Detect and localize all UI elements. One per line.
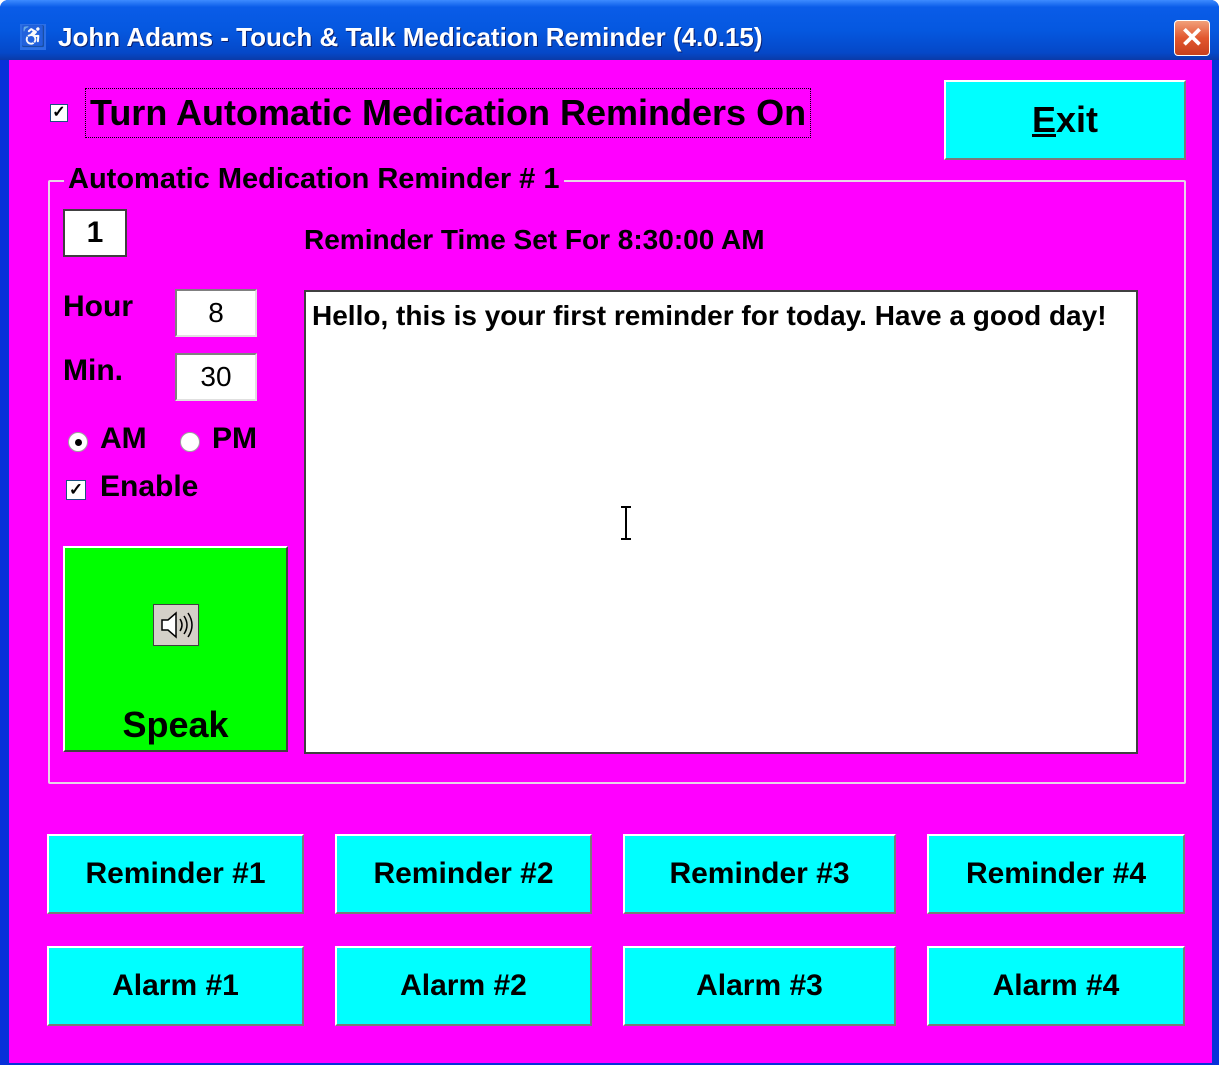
auto-reminders-label[interactable]: Turn Automatic Medication Reminders On (85, 88, 812, 138)
alarm-4-button[interactable]: Alarm #4 (927, 946, 1185, 1026)
close-button[interactable]: ✕ (1174, 20, 1210, 56)
title-bar[interactable]: ♿ John Adams - Touch & Talk Medication R… (0, 0, 1219, 60)
text-cursor-icon (621, 506, 631, 540)
exit-button[interactable]: Exit (944, 80, 1186, 160)
reminder-1-button[interactable]: Reminder #1 (47, 834, 304, 914)
alarm-3-button[interactable]: Alarm #3 (623, 946, 896, 1026)
reminder-time-text: Reminder Time Set For 8:30:00 AM (304, 224, 765, 255)
reminder-3-button[interactable]: Reminder #3 (623, 834, 896, 914)
enable-checkbox[interactable]: ✓ (66, 480, 86, 500)
am-radio[interactable] (68, 432, 88, 452)
minute-label: Min. (63, 354, 123, 387)
speak-label: Speak (122, 704, 229, 745)
accessibility-icon: ♿ (20, 24, 46, 50)
pm-radio[interactable] (180, 432, 200, 452)
exit-mnemonic: E (1031, 99, 1056, 140)
hour-label: Hour (63, 290, 133, 323)
exit-label-rest: xit (1056, 99, 1099, 140)
enable-label[interactable]: Enable (100, 470, 198, 504)
minute-field[interactable]: 30 (175, 353, 257, 401)
reminder-group-title: Automatic Medication Reminder # 1 (64, 162, 564, 196)
speaker-icon (153, 604, 199, 646)
reminder-number: 1 (63, 209, 127, 257)
alarm-2-button[interactable]: Alarm #2 (335, 946, 592, 1026)
reminder-message-textarea[interactable]: Hello, this is your first reminder for t… (304, 290, 1138, 754)
speaker-icon-graphic (161, 611, 193, 639)
radio-selected-dot (75, 439, 82, 446)
hour-field[interactable]: 8 (175, 289, 257, 337)
auto-reminders-checkbox[interactable]: ✓ (50, 104, 68, 122)
reminder-4-button[interactable]: Reminder #4 (927, 834, 1185, 914)
speak-button[interactable]: Speak (63, 546, 288, 752)
alarm-1-button[interactable]: Alarm #1 (47, 946, 304, 1026)
am-label[interactable]: AM (100, 422, 147, 456)
reminder-2-button[interactable]: Reminder #2 (335, 834, 592, 914)
pm-label[interactable]: PM (212, 422, 257, 456)
window-title: John Adams - Touch & Talk Medication Rem… (58, 22, 763, 52)
